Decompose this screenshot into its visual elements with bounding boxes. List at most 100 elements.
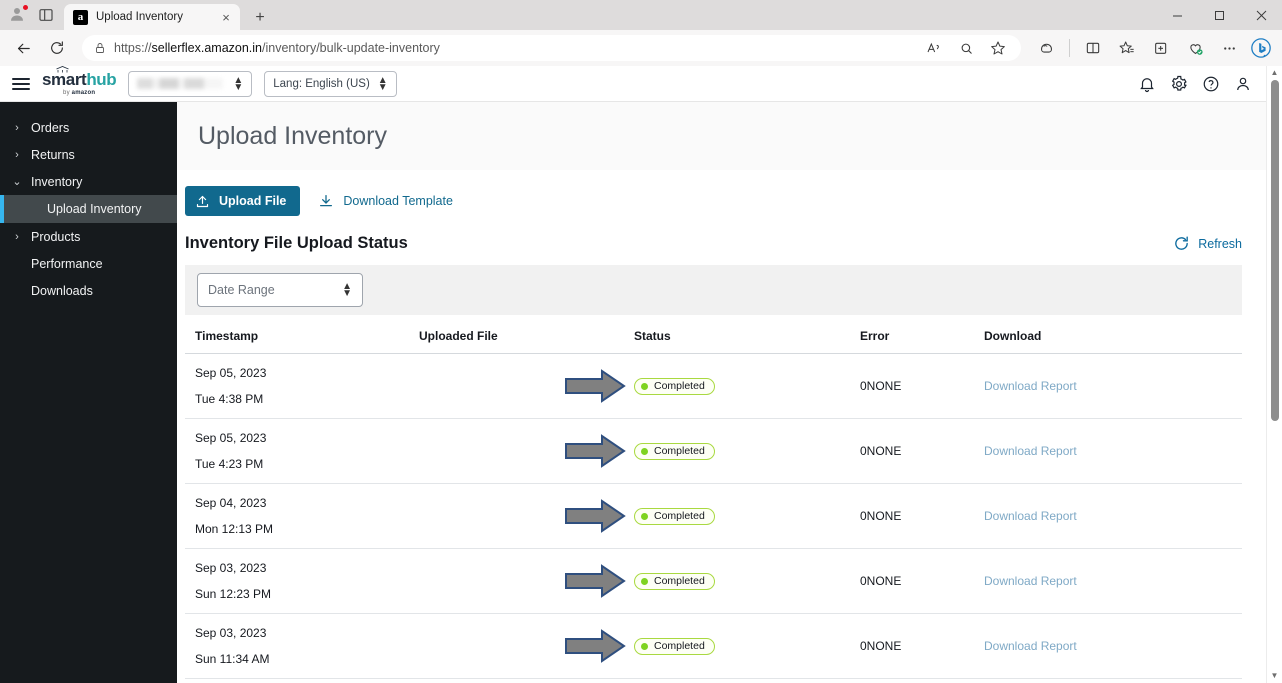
- reload-button[interactable]: [42, 34, 72, 62]
- sidebar-item-returns[interactable]: › Returns: [0, 141, 177, 168]
- close-window-button[interactable]: [1240, 0, 1282, 30]
- sidebar-item-upload-inventory[interactable]: Upload Inventory: [0, 195, 177, 223]
- sidebar-item-label: Products: [31, 229, 81, 244]
- cell-timestamp: Sep 05, 2023 Tue 4:38 PM: [185, 353, 419, 419]
- annotation-arrow-icon: [565, 369, 626, 403]
- table-row[interactable]: Sep 04, 2023 Mon 12:13 PM Completed 0NONE Do…: [185, 483, 1242, 549]
- favorites-button[interactable]: [1112, 34, 1142, 62]
- cell-download: Download Report: [984, 418, 1242, 484]
- logo-byline-brand: amazon: [71, 90, 96, 96]
- upload-file-button[interactable]: Upload File: [185, 186, 301, 216]
- read-aloud-button[interactable]: [919, 34, 949, 62]
- timestamp-time: Tue 4:38 PM: [195, 392, 264, 406]
- status-badge-label: Completed: [654, 445, 705, 457]
- refresh-button[interactable]: Refresh: [1173, 235, 1242, 252]
- sidebar-item-products[interactable]: › Products: [0, 223, 177, 250]
- cell-status: Completed: [565, 548, 860, 614]
- sidebar-item-performance[interactable]: Performance: [0, 250, 177, 277]
- filter-bar: Date Range ▲ ▼: [185, 265, 1242, 315]
- logo-text-hub: hub: [86, 70, 117, 89]
- sidebar-item-label: Orders: [31, 120, 70, 135]
- sidebar-item-label: Downloads: [31, 283, 93, 298]
- cell-download: Download Report: [984, 353, 1242, 419]
- page-viewport: smarthub by amazon ▲ ▼ Lang: English (US)…: [0, 66, 1282, 683]
- browser-essentials-button[interactable]: [1180, 34, 1210, 62]
- table-row[interactable]: Sep 03, 2023 Sun 11:34 AM Completed 0NONE Do…: [185, 613, 1242, 679]
- table-row[interactable]: Sep 05, 2023 Tue 4:38 PM Completed 0NONE Dow…: [185, 353, 1242, 419]
- table-row[interactable]: Sep 03, 2023 Sun 12:23 PM Completed 0NONE Do…: [185, 548, 1242, 614]
- favorites-list-icon: [1119, 41, 1134, 54]
- bell-icon[interactable]: [1138, 75, 1156, 93]
- download-template-button[interactable]: Download Template: [314, 193, 457, 209]
- profile-avatar[interactable]: [8, 4, 29, 25]
- notification-dot: [22, 4, 29, 11]
- smarthub-logo: smarthub by amazon: [42, 66, 117, 96]
- section-header: Inventory File Upload Status Refresh: [185, 228, 1242, 265]
- section-title: Inventory File Upload Status: [185, 234, 408, 252]
- status-badge: Completed: [634, 377, 715, 395]
- page-title: Upload Inventory: [198, 121, 388, 150]
- download-report-link[interactable]: Download Report: [984, 574, 1077, 588]
- scrollbar-track[interactable]: [1267, 80, 1282, 669]
- bing-chat-button[interactable]: [1248, 35, 1274, 61]
- download-report-link[interactable]: Download Report: [984, 379, 1077, 393]
- help-icon[interactable]: [1202, 75, 1220, 93]
- address-search-button[interactable]: [951, 34, 981, 62]
- scroll-up-arrow[interactable]: ▲: [1271, 66, 1279, 80]
- copilot-button[interactable]: [1031, 34, 1061, 62]
- page-scrollbar[interactable]: ▲ ▼: [1266, 66, 1282, 683]
- download-report-link[interactable]: Download Report: [984, 444, 1077, 458]
- tab-close-icon[interactable]: ×: [218, 10, 234, 25]
- cell-download: Download Report: [984, 613, 1242, 679]
- table-row[interactable]: Sep 05, 2023 Tue 4:23 PM Completed 0NONE Dow…: [185, 418, 1242, 484]
- status-badge-label: Completed: [654, 575, 705, 587]
- cell-status: Completed: [565, 418, 860, 484]
- address-bar[interactable]: https://sellerflex.amazon.in/inventory/b…: [82, 35, 1021, 61]
- url-scheme: https://: [114, 41, 152, 55]
- browser-tab[interactable]: a Upload Inventory ×: [64, 4, 240, 30]
- scroll-down-arrow[interactable]: ▼: [1271, 669, 1279, 683]
- status-wrapper: Completed: [565, 499, 860, 533]
- cell-error: 0NONE: [860, 613, 984, 679]
- titlebar-left-controls: [0, 0, 54, 30]
- sidebar-item-inventory[interactable]: ⌄ Inventory: [0, 168, 177, 195]
- timestamp-date: Sep 05, 2023: [195, 431, 267, 445]
- table-body: Sep 05, 2023 Tue 4:38 PM Completed 0NONE Dow…: [185, 353, 1242, 679]
- chevron-right-icon: ›: [15, 148, 19, 161]
- split-screen-icon[interactable]: [38, 7, 54, 23]
- minimize-button[interactable]: [1156, 0, 1198, 30]
- tab-favicon: a: [73, 9, 88, 25]
- cell-status: Completed: [565, 353, 860, 419]
- status-dot-icon: [641, 447, 648, 455]
- gear-icon[interactable]: [1170, 75, 1188, 93]
- new-tab-button[interactable]: +: [248, 10, 272, 26]
- cell-download: Download Report: [984, 548, 1242, 614]
- back-button[interactable]: [8, 34, 38, 62]
- add-favorite-button[interactable]: [983, 34, 1013, 62]
- upload-icon: [196, 195, 209, 207]
- status-wrapper: Completed: [565, 564, 860, 598]
- date-range-select[interactable]: Date Range ▲ ▼: [197, 273, 363, 307]
- maximize-button[interactable]: [1198, 0, 1240, 30]
- scrollbar-thumb[interactable]: [1270, 80, 1279, 421]
- star-icon: [991, 41, 1005, 55]
- tab-title: Upload Inventory: [96, 11, 183, 23]
- user-icon[interactable]: [1234, 75, 1252, 93]
- cell-error: 0NONE: [860, 418, 984, 484]
- download-report-link[interactable]: Download Report: [984, 509, 1077, 523]
- split-screen-button[interactable]: [1078, 34, 1108, 62]
- more-options-button[interactable]: [1214, 34, 1244, 62]
- date-range-label: Date Range: [208, 283, 275, 297]
- logo-byline: by amazon: [63, 90, 95, 96]
- download-report-link[interactable]: Download Report: [984, 639, 1077, 653]
- stepper-chevrons-icon: ▲ ▼: [233, 74, 244, 93]
- sidebar-item-orders[interactable]: › Orders: [0, 114, 177, 141]
- collections-button[interactable]: [1146, 34, 1176, 62]
- language-select[interactable]: Lang: English (US) ▲ ▼: [264, 70, 397, 97]
- browser-essentials-icon: [1189, 43, 1203, 55]
- hamburger-menu-icon[interactable]: [12, 77, 30, 90]
- sidebar-item-downloads[interactable]: Downloads: [0, 277, 177, 304]
- toolbar-divider: [1069, 39, 1070, 57]
- account-select[interactable]: ▲ ▼: [128, 70, 253, 97]
- timestamp-time: Tue 4:23 PM: [195, 457, 264, 471]
